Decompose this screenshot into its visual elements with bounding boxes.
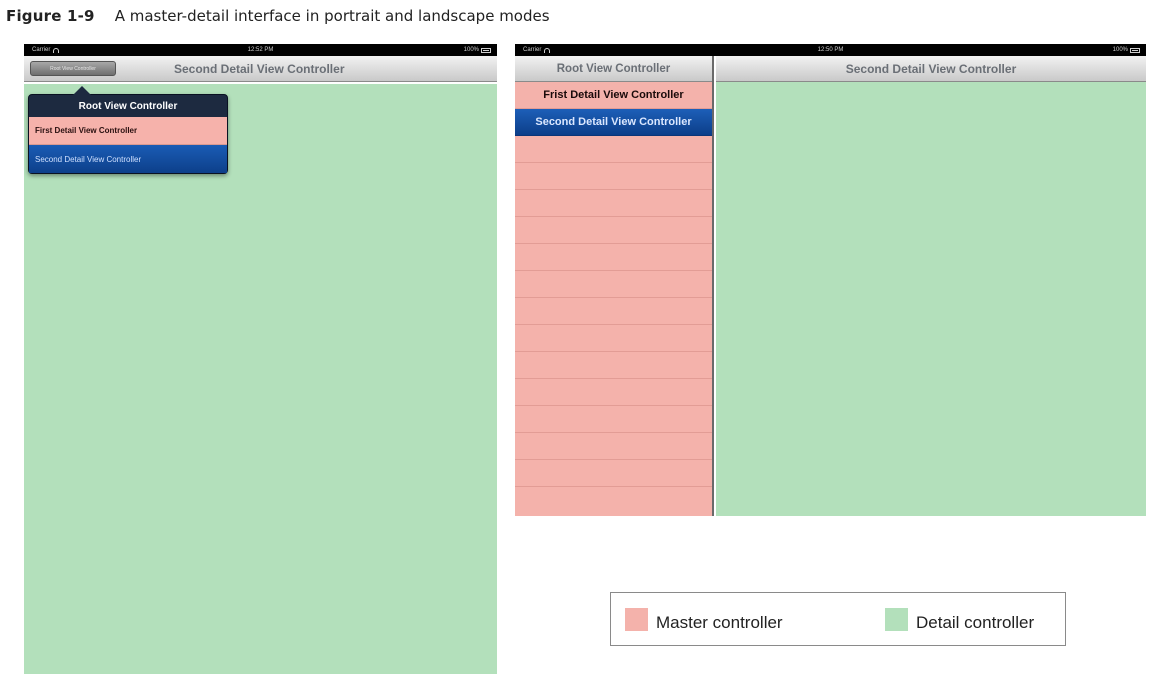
status-time: 12:50 PM	[817, 47, 844, 53]
master-empty-row	[515, 163, 712, 190]
master-empty-row	[515, 379, 712, 406]
detail-view: Second Detail View Controller	[716, 56, 1146, 516]
popover-arrow	[73, 86, 91, 95]
master-empty-row	[515, 217, 712, 244]
navigation-bar: Root View Controller Second Detail View …	[24, 56, 497, 82]
detail-color-swatch	[885, 607, 908, 631]
legend-label-master: Master controller	[656, 613, 783, 632]
master-empty-row	[515, 406, 712, 433]
master-empty-row	[515, 244, 712, 271]
legend-label-detail: Detail controller	[916, 613, 1035, 632]
legend-item-detail: Detail controller	[885, 593, 1034, 645]
popover-title: Root View Controller	[78, 100, 178, 112]
nav-title: Second Detail View Controller	[174, 61, 345, 76]
master-empty-row	[515, 325, 712, 352]
master-empty-row	[515, 136, 712, 163]
master-view: Root View Controller Frist Detail View C…	[515, 56, 714, 516]
battery-icon	[481, 47, 491, 53]
landscape-screen: Carrier 12:50 PM 100% Root View Controll…	[515, 44, 1146, 516]
status-bar: Carrier 12:52 PM 100%	[24, 44, 497, 56]
detail-nav-bar: Second Detail View Controller	[716, 56, 1146, 82]
master-empty-row	[515, 271, 712, 298]
detail-nav-title: Second Detail View Controller	[845, 61, 1017, 76]
master-color-swatch	[625, 607, 648, 631]
figure-title: A master-detail interface in portrait an…	[114, 7, 550, 25]
master-empty-row	[515, 460, 712, 487]
figure-caption: Figure 1-9 A master-detail interface in …	[6, 5, 550, 27]
battery-indicator: 100%	[464, 47, 491, 53]
root-view-controller-button[interactable]: Root View Controller	[30, 61, 116, 76]
battery-percent: 100%	[1112, 47, 1128, 53]
master-item-first-detail[interactable]: Frist Detail View Controller	[515, 82, 712, 109]
master-empty-row	[515, 433, 712, 460]
battery-percent: 100%	[463, 47, 479, 53]
master-empty-row	[515, 190, 712, 217]
master-empty-row	[515, 298, 712, 325]
legend: Master controller Detail controller	[610, 592, 1066, 646]
master-popover: Root View Controller First Detail View C…	[28, 86, 228, 174]
master-item-second-detail[interactable]: Second Detail View Controller	[515, 109, 712, 136]
battery-indicator: 100%	[1113, 47, 1140, 53]
battery-icon	[1130, 47, 1140, 53]
popover-item-second-detail[interactable]: Second Detail View Controller	[29, 145, 227, 173]
figure-number: Figure 1-9	[6, 7, 95, 25]
status-bar: Carrier 12:50 PM 100%	[515, 44, 1146, 56]
legend-item-master: Master controller	[625, 593, 783, 645]
master-nav-title: Root View Controller	[556, 62, 671, 75]
popover-item-first-detail[interactable]: First Detail View Controller	[29, 117, 227, 145]
status-time: 12:52 PM	[247, 47, 274, 53]
portrait-screen: Carrier 12:52 PM 100% Root View Controll…	[24, 44, 497, 674]
master-nav-bar: Root View Controller	[515, 56, 712, 82]
master-empty-row	[515, 352, 712, 379]
